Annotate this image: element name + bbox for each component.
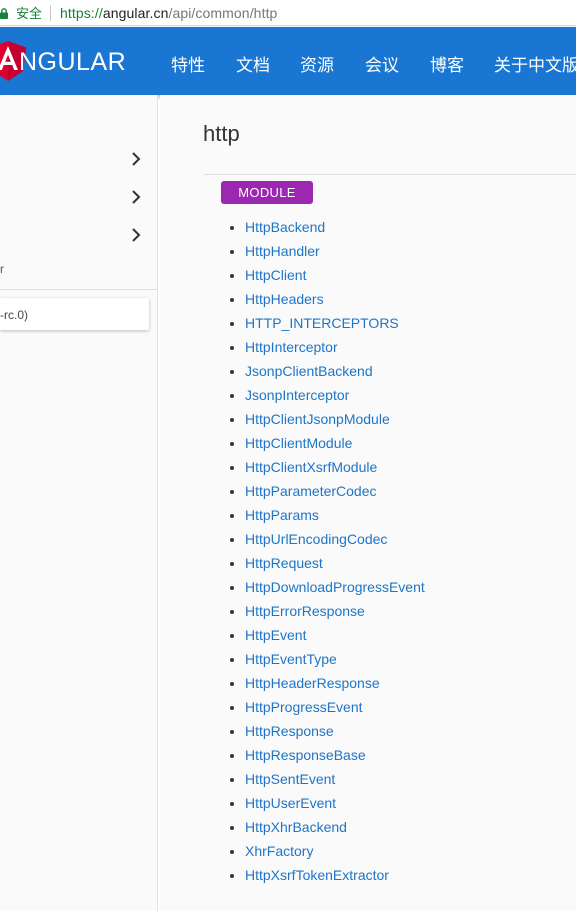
api-entry-link[interactable]: HttpResponse xyxy=(245,723,334,739)
main-content: http MODULE HttpBackend HttpHandler HttpCl… xyxy=(160,95,576,911)
api-entry-link[interactable]: HttpErrorResponse xyxy=(245,603,365,619)
list-item: HttpErrorResponse xyxy=(230,603,425,627)
chevron-right-icon[interactable] xyxy=(128,151,144,167)
list-item: HttpHeaders xyxy=(230,291,425,315)
nav-item-docs[interactable]: 文档 xyxy=(236,51,270,76)
api-entry-link[interactable]: HttpDownloadProgressEvent xyxy=(245,579,425,595)
api-entry-link[interactable]: HttpClientXsrfModule xyxy=(245,459,377,475)
list-item: HttpParameterCodec xyxy=(230,483,425,507)
api-entry-link[interactable]: HttpEvent xyxy=(245,627,306,643)
list-item: HttpResponse xyxy=(230,723,425,747)
list-item: HttpXhrBackend xyxy=(230,819,425,843)
list-item: HttpParams xyxy=(230,507,425,531)
api-entry-link[interactable]: HTTP_INTERCEPTORS xyxy=(245,315,399,331)
list-item: HttpInterceptor xyxy=(230,339,425,363)
chevron-right-icon[interactable] xyxy=(128,227,144,243)
api-entry-link[interactable]: HttpClient xyxy=(245,267,306,283)
list-item: HttpClientModule xyxy=(230,435,425,459)
nav-item-features[interactable]: 特性 xyxy=(171,51,205,76)
api-entry-link[interactable]: JsonpInterceptor xyxy=(245,387,349,403)
nav-item-resources[interactable]: 资源 xyxy=(300,51,334,76)
version-selector[interactable]: -rc.0) xyxy=(0,298,149,330)
list-item: JsonpClientBackend xyxy=(230,363,425,387)
chevron-right-icon[interactable] xyxy=(128,189,144,205)
api-entry-list: HttpBackend HttpHandler HttpClient HttpHead… xyxy=(230,219,425,891)
module-badge: MODULE xyxy=(221,181,313,204)
api-entry-link[interactable]: XhrFactory xyxy=(245,843,313,859)
title-divider xyxy=(204,174,576,175)
api-entry-link[interactable]: HttpHandler xyxy=(245,243,320,259)
list-item: HttpEventType xyxy=(230,651,425,675)
api-entry-link[interactable]: HttpInterceptor xyxy=(245,339,338,355)
url-text[interactable]: https://angular.cn/api/common/http xyxy=(60,5,277,21)
list-item: HTTP_INTERCEPTORS xyxy=(230,315,425,339)
top-nav: NGULAR 特性 文档 资源 会议 博客 关于中文版 xyxy=(0,27,576,95)
list-item: HttpUserEvent xyxy=(230,795,425,819)
url-scheme: https:// xyxy=(60,4,103,21)
api-entry-link[interactable]: HttpParams xyxy=(245,507,319,523)
list-item: HttpBackend xyxy=(230,219,425,243)
list-item: HttpClientJsonpModule xyxy=(230,411,425,435)
sidebar-label-fragment: r xyxy=(0,262,4,276)
brand-name[interactable]: NGULAR xyxy=(19,48,126,77)
api-entry-link[interactable]: HttpXhrBackend xyxy=(245,819,347,835)
url-host: angular.cn xyxy=(102,4,169,21)
api-entry-link[interactable]: HttpProgressEvent xyxy=(245,699,363,715)
list-item: XhrFactory xyxy=(230,843,425,867)
api-entry-link[interactable]: HttpEventType xyxy=(245,651,337,667)
list-item: HttpHeaderResponse xyxy=(230,675,425,699)
list-item: HttpProgressEvent xyxy=(230,699,425,723)
api-entry-link[interactable]: HttpHeaderResponse xyxy=(245,675,380,691)
nav-item-blog[interactable]: 博客 xyxy=(430,51,464,76)
sidebar: r -rc.0) xyxy=(0,95,158,911)
api-entry-link[interactable]: HttpResponseBase xyxy=(245,747,366,763)
list-item: HttpResponseBase xyxy=(230,747,425,771)
api-entry-link[interactable]: HttpHeaders xyxy=(245,291,324,307)
list-item: HttpUrlEncodingCodec xyxy=(230,531,425,555)
list-item: JsonpInterceptor xyxy=(230,387,425,411)
address-bar[interactable]: 安全 https://angular.cn/api/common/http xyxy=(0,0,576,26)
api-entry-link[interactable]: HttpUrlEncodingCodec xyxy=(245,531,387,547)
api-entry-link[interactable]: HttpBackend xyxy=(245,219,325,235)
nav-item-events[interactable]: 会议 xyxy=(365,51,399,76)
list-item: HttpHandler xyxy=(230,243,425,267)
list-item: HttpClient xyxy=(230,267,425,291)
nav-item-about[interactable]: 关于中文版 xyxy=(494,51,576,76)
list-item: HttpClientXsrfModule xyxy=(230,459,425,483)
api-entry-link[interactable]: HttpClientModule xyxy=(245,435,352,451)
api-entry-link[interactable]: HttpParameterCodec xyxy=(245,483,377,499)
api-entry-link[interactable]: HttpRequest xyxy=(245,555,323,571)
list-item: HttpDownloadProgressEvent xyxy=(230,579,425,603)
secure-label: 安全 xyxy=(16,6,43,21)
api-entry-link[interactable]: JsonpClientBackend xyxy=(245,363,373,379)
list-item: HttpRequest xyxy=(230,555,425,579)
lock-icon xyxy=(0,7,8,19)
api-entry-link[interactable]: HttpClientJsonpModule xyxy=(245,411,390,427)
address-divider xyxy=(50,4,52,21)
sidebar-divider xyxy=(0,289,158,290)
api-entry-link[interactable]: HttpUserEvent xyxy=(245,795,336,811)
list-item: HttpXsrfTokenExtractor xyxy=(230,867,425,891)
list-item: HttpEvent xyxy=(230,627,425,651)
page-title: http xyxy=(203,121,240,146)
api-entry-link[interactable]: HttpSentEvent xyxy=(245,771,335,787)
url-path: /api/common/http xyxy=(168,4,278,21)
api-entry-link[interactable]: HttpXsrfTokenExtractor xyxy=(245,867,389,883)
list-item: HttpSentEvent xyxy=(230,771,425,795)
